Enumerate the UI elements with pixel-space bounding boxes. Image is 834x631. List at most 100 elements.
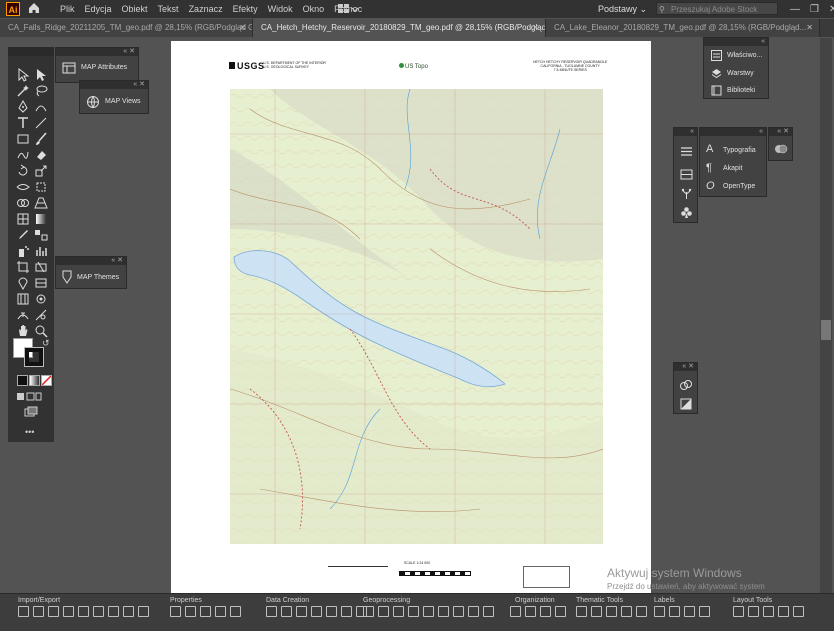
stroke-swatch[interactable]	[24, 347, 44, 367]
map-views-icon[interactable]	[86, 95, 100, 109]
close-tab-icon[interactable]: ✕	[532, 19, 539, 37]
path-text-tool-icon[interactable]	[16, 308, 30, 322]
layout-icon[interactable]	[185, 606, 196, 617]
column-graph-tool-icon[interactable]	[34, 244, 48, 258]
libraries-label[interactable]: Biblioteki	[727, 87, 755, 94]
menu-zaznacz[interactable]: Zaznacz	[189, 4, 223, 14]
topographic-map[interactable]	[230, 89, 603, 544]
add-point-icon[interactable]	[281, 606, 292, 617]
workspace-switcher[interactable]: Podstawy ⌄	[598, 0, 647, 18]
map-selector-tool-icon[interactable]	[34, 276, 48, 290]
pen-tool-icon[interactable]	[16, 99, 30, 114]
panel-collapse-icon[interactable]: « ✕	[769, 128, 792, 136]
map-grid-tool-icon[interactable]	[16, 292, 30, 306]
menu-widok[interactable]: Widok	[268, 4, 293, 14]
theme-icon[interactable]	[576, 606, 587, 617]
rectangle-tool-icon[interactable]	[16, 132, 30, 146]
panel-collapse-icon[interactable]: « ✕	[80, 81, 148, 89]
tab-hetch-hetchy[interactable]: CA_Hetch_Hetchy_Reservoir_20180829_TM_ge…	[253, 19, 546, 37]
label-gear-icon[interactable]	[684, 606, 695, 617]
refresh-icon[interactable]	[621, 606, 632, 617]
libraries-icon[interactable]	[711, 85, 722, 96]
close-tab-icon[interactable]: ✕	[239, 19, 246, 37]
paintbrush-tool-icon[interactable]	[34, 132, 48, 146]
screen-mode-icon[interactable]	[24, 406, 38, 418]
menu-obiekt[interactable]: Obiekt	[122, 4, 148, 14]
stack-icon[interactable]	[555, 606, 566, 617]
geopdf-icon[interactable]	[93, 606, 104, 617]
gradient-mode-icon[interactable]	[29, 375, 40, 386]
tab-falls-ridge[interactable]: CA_Falls_Ridge_20211205_TM_geo.pdf @ 28,…	[0, 19, 253, 37]
grid-icon[interactable]	[215, 606, 226, 617]
split-icon[interactable]	[423, 606, 434, 617]
publish-icon[interactable]	[78, 606, 89, 617]
eyedropper-tool-icon[interactable]	[16, 228, 30, 242]
properties-icon[interactable]	[711, 50, 722, 61]
layers-icon[interactable]	[711, 68, 722, 79]
color-circles-icon[interactable]	[774, 142, 788, 156]
map-pin-tool-icon[interactable]	[16, 276, 30, 291]
scale-tool-icon[interactable]	[34, 164, 48, 178]
filter-icon[interactable]	[636, 606, 647, 617]
free-transform-tool-icon[interactable]	[34, 180, 48, 194]
buffer-icon[interactable]	[363, 606, 374, 617]
opentype-label[interactable]: OpenType	[723, 183, 755, 190]
tiles-icon[interactable]	[108, 606, 119, 617]
layers-label[interactable]: Warstwy	[727, 70, 754, 77]
menu-efekty[interactable]: Efekty	[233, 4, 258, 14]
north-arrow-icon[interactable]	[763, 606, 774, 617]
compass-icon[interactable]	[793, 606, 804, 617]
arrange-icon[interactable]	[510, 606, 521, 617]
map-themes-icon[interactable]	[60, 270, 74, 284]
table-icon[interactable]	[200, 606, 211, 617]
type-tool-icon[interactable]	[16, 116, 30, 130]
edit-toolbar-icon[interactable]: •••	[25, 427, 34, 437]
ruler-icon[interactable]	[230, 606, 241, 617]
lasso-tool-icon[interactable]	[34, 84, 48, 98]
line-tool-icon[interactable]	[34, 116, 48, 130]
panel-collapse-icon[interactable]: « ✕	[56, 48, 138, 56]
typography-label[interactable]: Typografia	[723, 147, 756, 154]
location-icon[interactable]	[296, 606, 307, 617]
rotate-tool-icon[interactable]	[16, 164, 30, 178]
label-icon[interactable]	[654, 606, 665, 617]
export-web-icon[interactable]	[63, 606, 74, 617]
polyline-icon[interactable]	[326, 606, 337, 617]
map-attributes-label[interactable]: MAP Attributes	[81, 64, 127, 71]
properties-label[interactable]: Właściwo...	[727, 52, 762, 59]
online-icon[interactable]	[123, 606, 134, 617]
magic-wand-tool-icon[interactable]	[16, 84, 30, 98]
aggregate-icon[interactable]	[438, 606, 449, 617]
shaper-tool-icon[interactable]	[16, 148, 30, 162]
vertical-scrollbar[interactable]	[820, 38, 832, 593]
label-path-icon[interactable]	[669, 606, 680, 617]
hand-tool-icon[interactable]	[16, 324, 30, 338]
blend-tool-icon[interactable]	[34, 228, 48, 242]
panel-collapse-icon[interactable]: «	[704, 38, 768, 46]
export-icon[interactable]	[48, 606, 59, 617]
settings-gear-icon[interactable]	[483, 606, 494, 617]
share-icon[interactable]	[138, 606, 149, 617]
simplify-icon[interactable]	[408, 606, 419, 617]
paragraph-icon[interactable]: ¶	[706, 162, 712, 174]
graphic-styles-icon[interactable]	[679, 397, 693, 411]
gradient-tool-icon[interactable]	[34, 212, 48, 226]
panel-collapse-icon[interactable]: «	[674, 128, 697, 136]
panel-collapse-icon[interactable]: «	[700, 128, 766, 136]
selection-tool-icon[interactable]	[16, 67, 30, 82]
transparency-icon[interactable]	[680, 168, 693, 181]
shape-icon[interactable]	[591, 606, 602, 617]
width-tool-icon[interactable]	[16, 180, 30, 194]
symbol-sprayer-tool-icon[interactable]	[16, 244, 30, 258]
import-db-icon[interactable]	[33, 606, 44, 617]
map-location-tool-icon[interactable]	[34, 292, 48, 306]
draw-modes-icon[interactable]	[16, 392, 42, 402]
color-mode-icon[interactable]	[17, 375, 28, 386]
align-icon[interactable]	[525, 606, 536, 617]
menu-edycja[interactable]: Edycja	[85, 4, 112, 14]
map-attributes-icon[interactable]	[62, 61, 76, 75]
appearance-icon[interactable]	[679, 378, 693, 392]
opentype-icon[interactable]: O	[706, 180, 715, 192]
restore-button[interactable]: ❐	[810, 4, 819, 15]
distribute-icon[interactable]	[540, 606, 551, 617]
